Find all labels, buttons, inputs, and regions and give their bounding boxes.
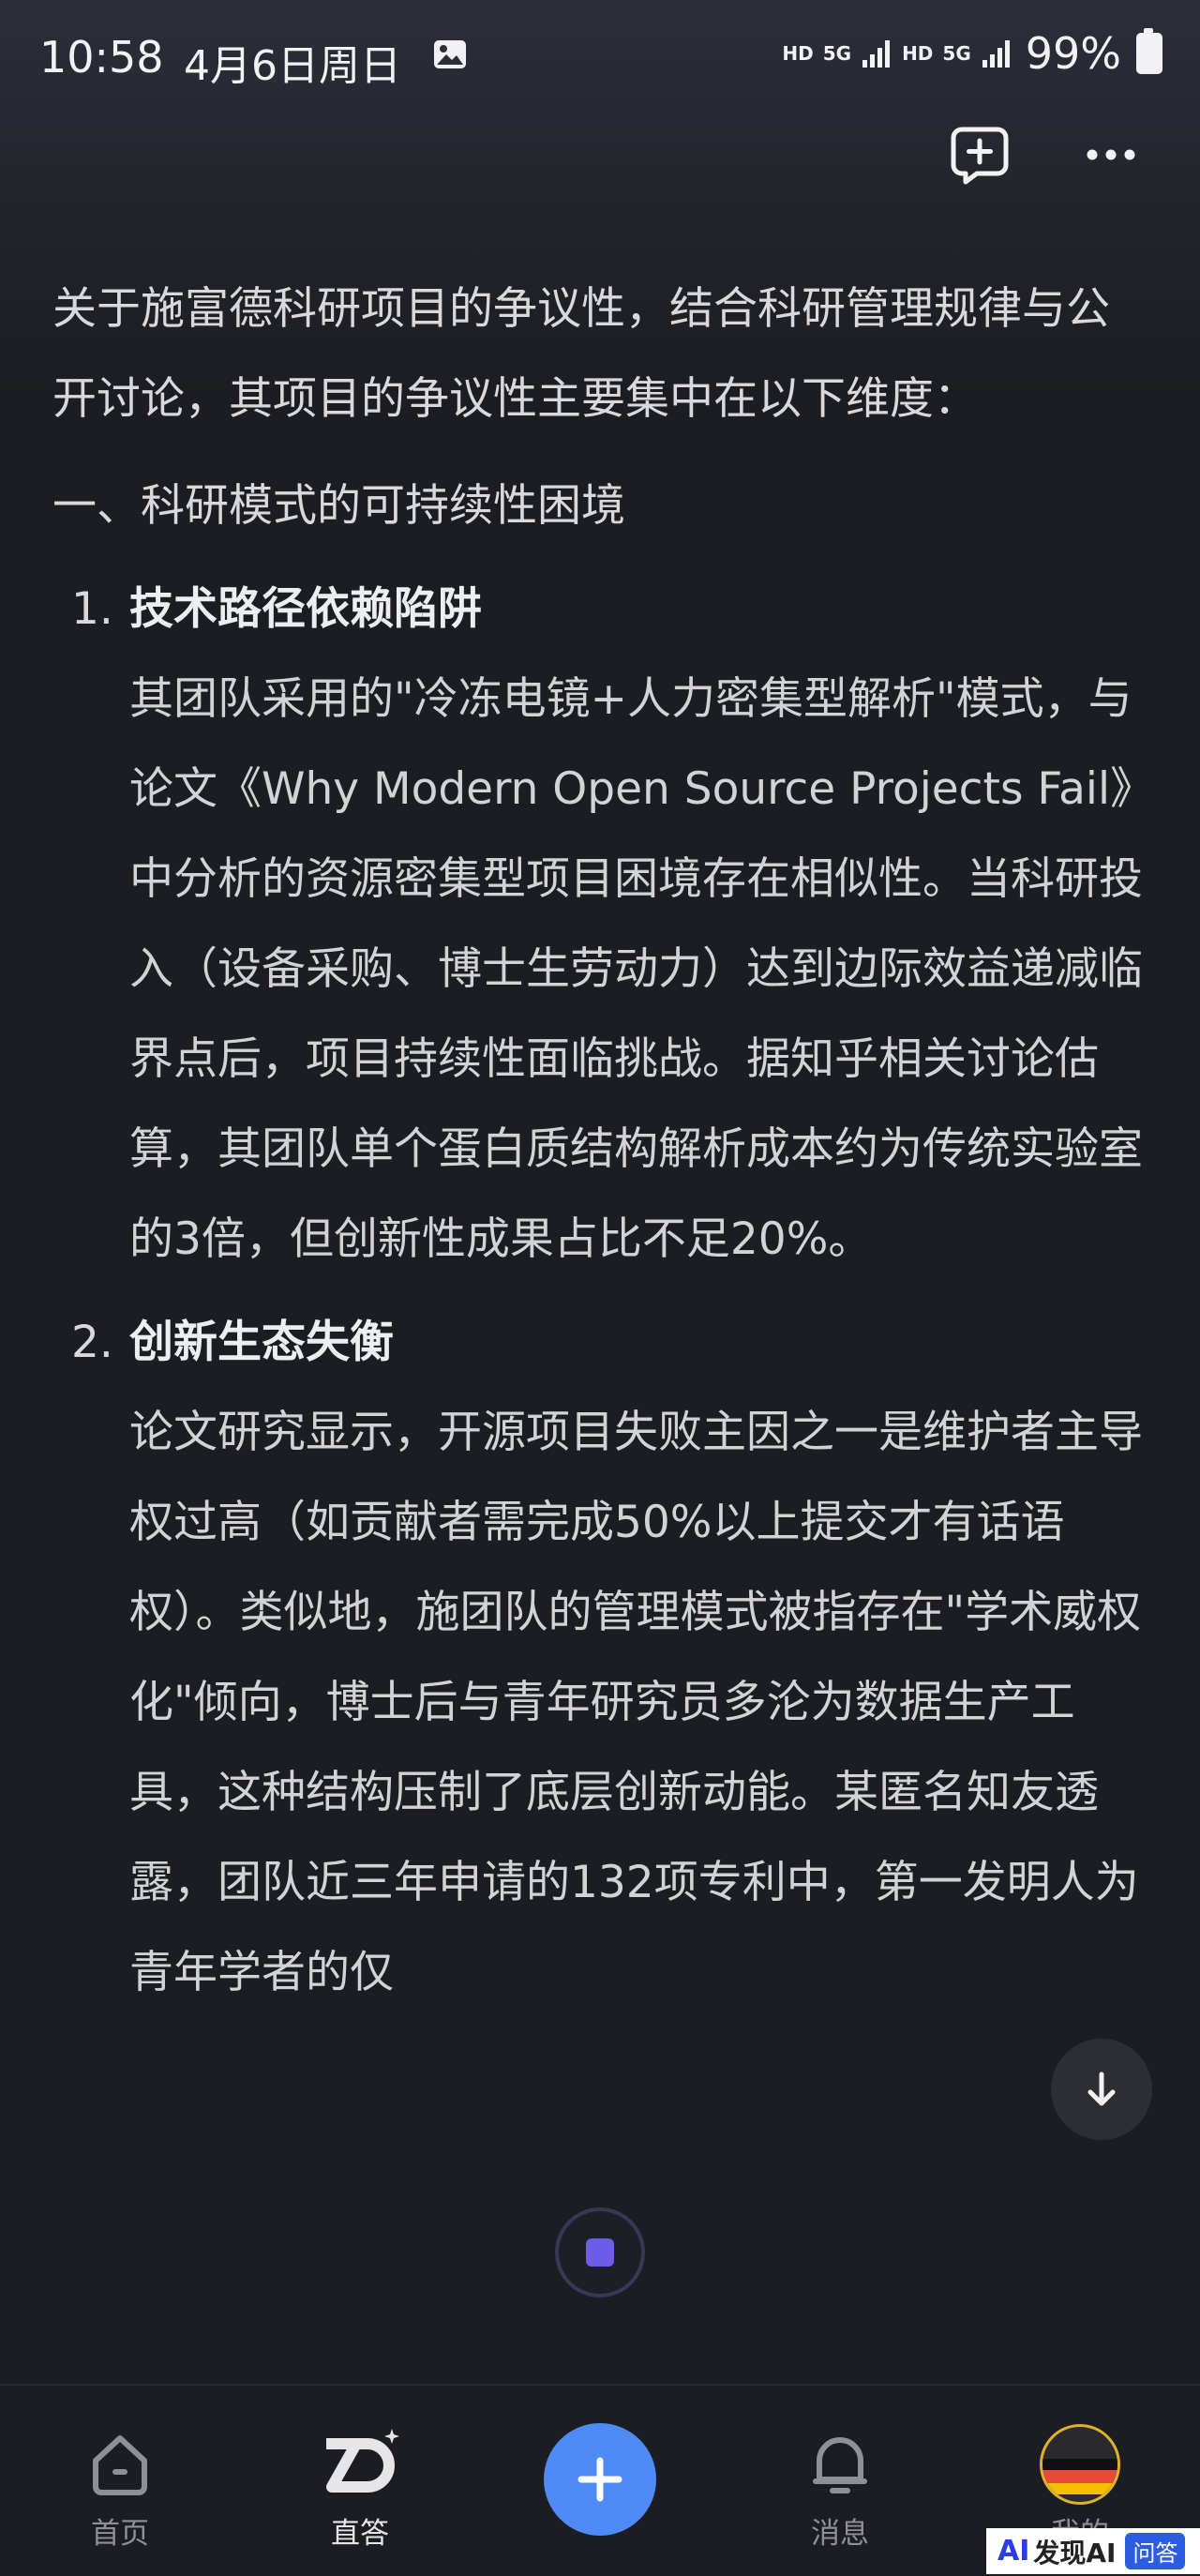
intro-paragraph: 关于施富德科研项目的争议性，结合科研管理规律与公开讨论，其项目的争议性主要集中在… [52,283,1110,425]
scroll-to-bottom-button[interactable] [1051,2039,1152,2140]
5g-label-2: 5G [942,42,971,65]
tab-home[interactable]: 首页 [45,2386,195,2576]
watermark-badge: AI 发现AI 问答 [986,2528,1200,2574]
status-date: 4月6日周日 [184,42,401,90]
list-item-number: 2. [71,1317,113,1368]
gallery-icon [434,40,466,68]
list-item-title: 创新生态失衡 [129,1317,394,1368]
battery-icon [1136,28,1162,74]
signal-icon [862,40,891,68]
home-icon [93,2435,147,2495]
watermark-text: 发现AI [1033,2537,1117,2568]
status-time: 10:58 [39,32,164,83]
answer-content: 关于施富德科研项目的争议性，结合科研管理规律与公开讨论，其项目的争议性主要集中在… [52,264,1149,2187]
list-item-body: 论文研究显示，开源项目失败主因之一是维护者主导权过高（如贡献者需完成50%以上提… [129,1407,1143,1998]
list-item: 2. 创新生态失衡 论文研究显示，开源项目失败主因之一是维护者主导权过高（如贡献… [52,1298,1149,2018]
stop-icon [586,2238,614,2267]
hd-label-1: HD [782,42,814,65]
tab-zhida-label: 直答 [331,2517,389,2551]
list-item-body: 其团队采用的"冷冻电镜+人力密集型解析"模式，与论文《Why Modern Op… [129,673,1143,1265]
plus-icon [578,2457,622,2502]
watermark-ai: AI [998,2535,1030,2568]
tab-zhida[interactable]: 直答 [285,2386,435,2576]
5g-label-1: 5G [822,42,852,65]
tab-messages-label: 消息 [811,2517,869,2551]
signal-icon-2 [982,40,1010,68]
more-button[interactable] [1078,122,1144,188]
arrow-down-icon [1088,2071,1116,2106]
add-button[interactable] [544,2423,656,2536]
avatar [1040,2424,1120,2505]
tab-messages[interactable]: 消息 [765,2386,915,2576]
hd-label-2: HD [902,42,934,65]
tab-home-label: 首页 [91,2517,149,2551]
list-item-number: 1. [71,583,113,635]
status-right: HD 5G HD 5G 99% [782,28,1162,79]
more-horizontal-icon [1087,149,1135,160]
new-chat-button[interactable] [947,122,1012,188]
zhida-logo-icon [326,2429,399,2493]
stop-generating-button[interactable] [555,2207,645,2297]
list-item-title: 技术路径依赖陷阱 [129,583,482,635]
section-title: 一、科研模式的可持续性困境 [52,480,625,532]
status-bar: 10:58 4月6日周日 HD 5G HD 5G 99% [0,0,1200,113]
watermark-tag: 问答 [1125,2533,1186,2569]
top-actions [947,122,1144,188]
bell-icon [813,2437,867,2493]
battery-percent: 99% [1025,28,1121,79]
list-item: 1. 技术路径依赖陷阱 其团队采用的"冷冻电镜+人力密集型解析"模式，与论文《W… [52,565,1149,1285]
chat-plus-icon [951,127,1009,185]
